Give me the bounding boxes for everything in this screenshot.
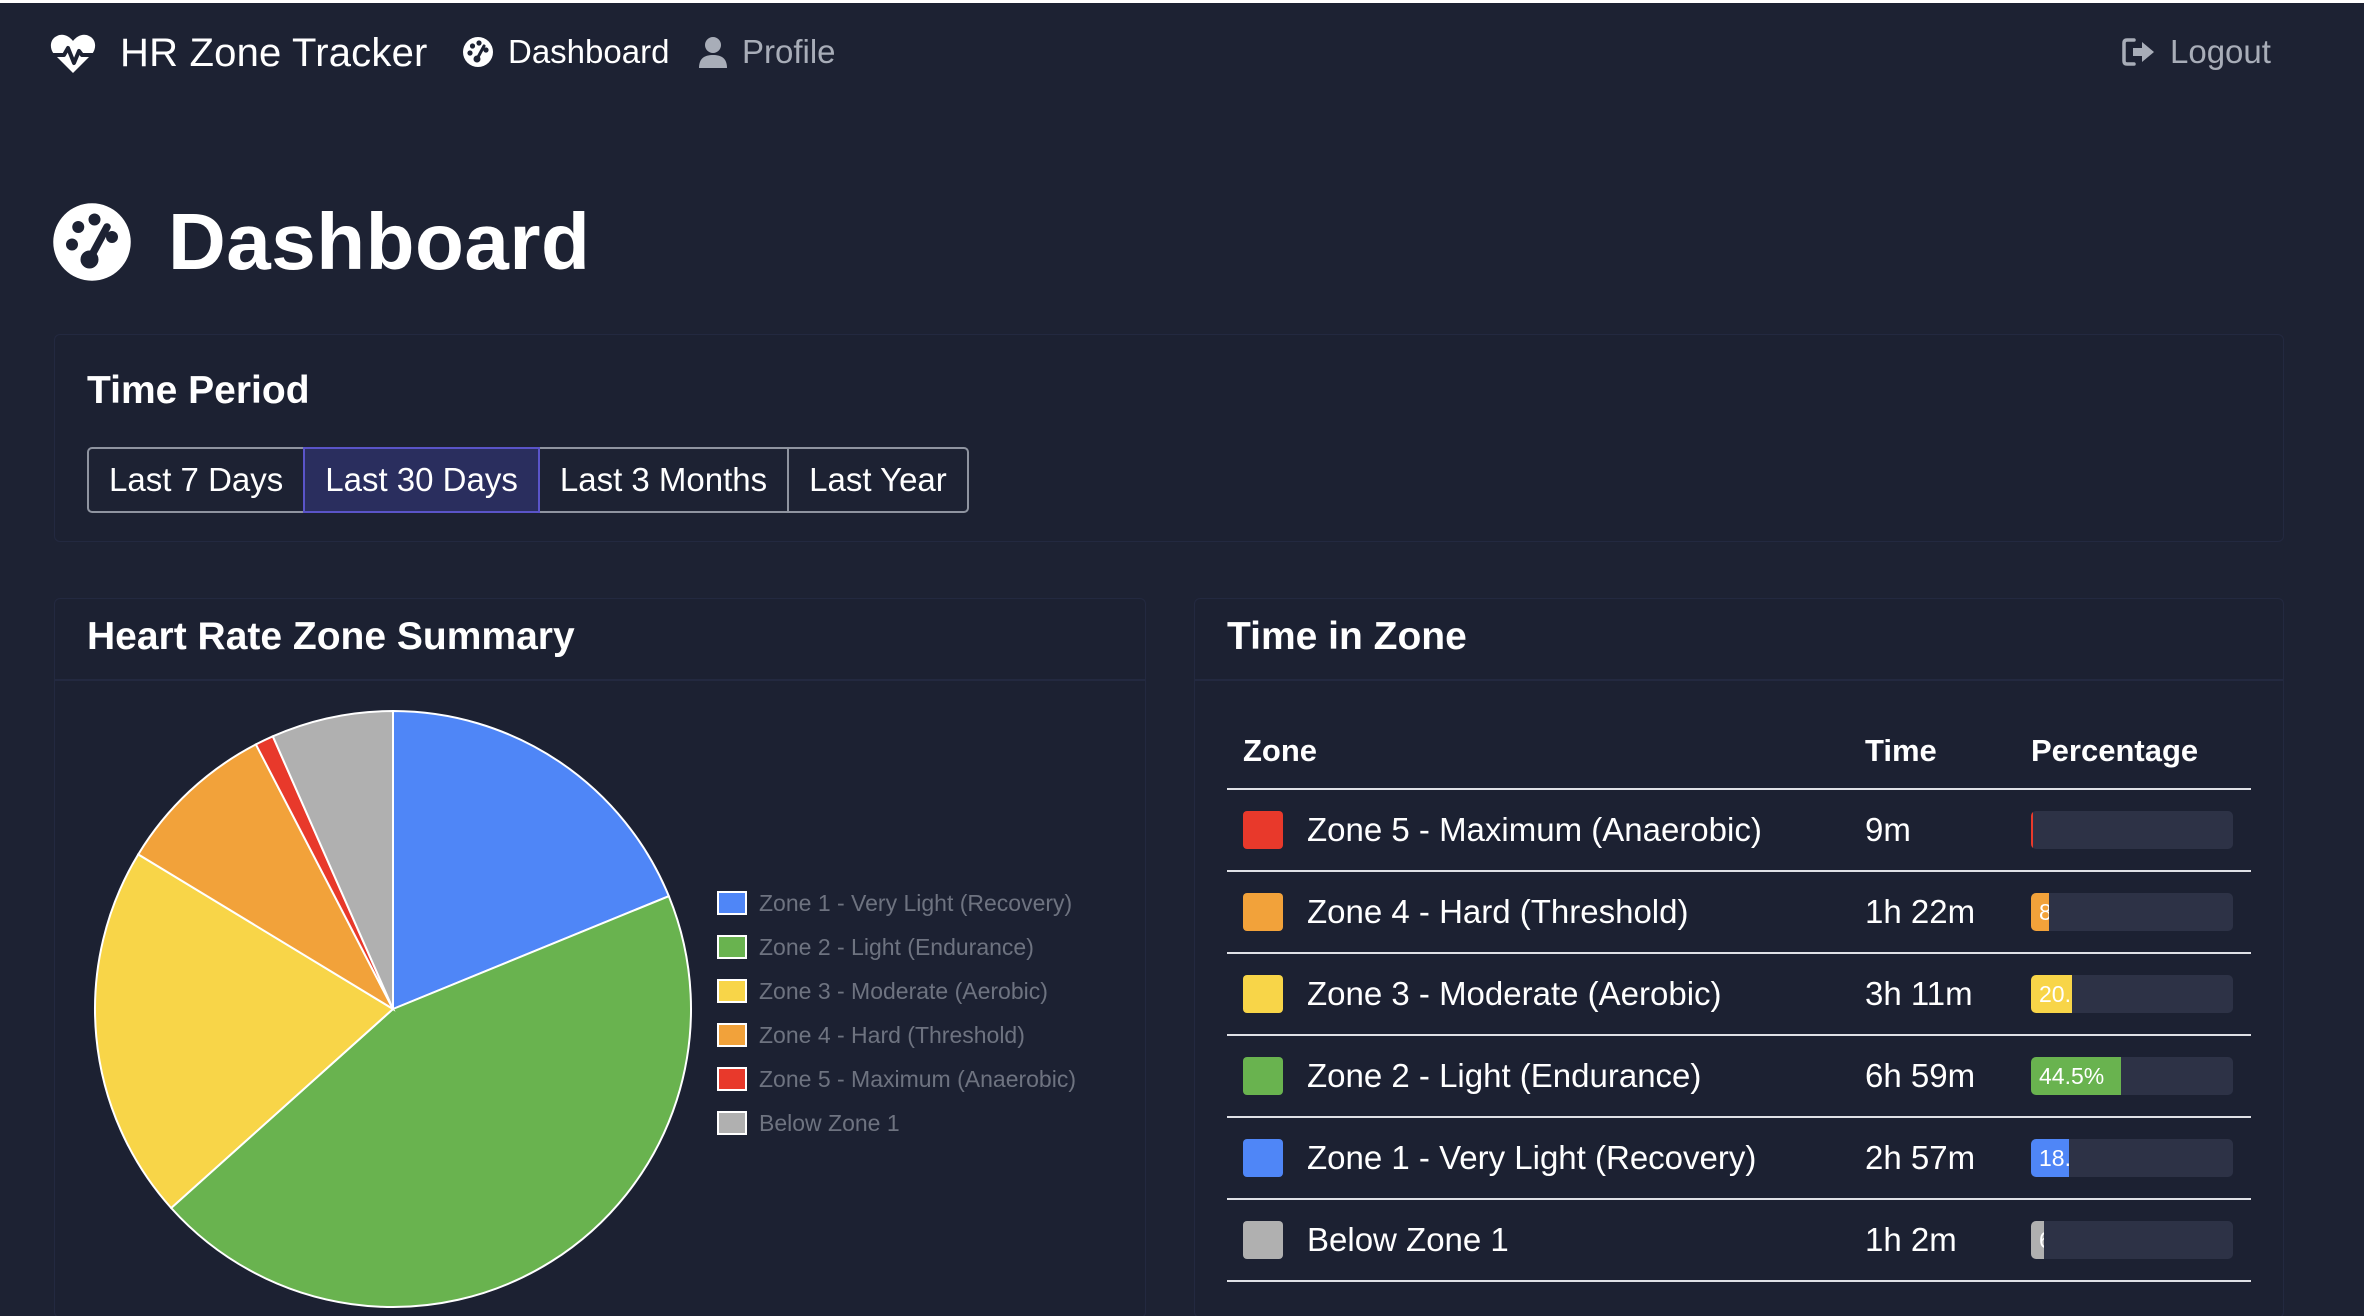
pie-legend: Zone 1 - Very Light (Recovery) Zone 2 - L… — [717, 881, 1076, 1145]
legend-swatch — [717, 1067, 747, 1091]
zone-percentage-cell: 6 — [2015, 1199, 2251, 1282]
zone-percentage-cell — [2015, 789, 2251, 872]
zone-color-swatch — [1243, 893, 1283, 931]
legend-label: Zone 3 - Moderate (Aerobic) — [759, 977, 1048, 1004]
legend-swatch — [717, 979, 747, 1003]
table-row: Zone 2 - Light (Endurance) 6h 59m 44.5% — [1227, 1035, 2251, 1118]
nav-profile[interactable]: Profile — [698, 33, 836, 71]
legend-label: Below Zone 1 — [759, 1109, 900, 1136]
percentage-progress-bar: 8. — [2031, 893, 2049, 931]
percentage-progress: 44.5% — [2031, 1057, 2233, 1095]
zone-percentage-cell: 20.: — [2015, 953, 2251, 1036]
zone-name: Below Zone 1 — [1307, 1221, 1509, 1258]
zone-percentage-cell: 44.5% — [2015, 1035, 2251, 1118]
zone-name: Zone 3 - Moderate (Aerobic) — [1307, 975, 1722, 1012]
percentage-progress-bar: 44.5% — [2031, 1057, 2121, 1095]
zone-column-header: Zone — [1227, 713, 1849, 790]
time-period-title: Time Period — [87, 369, 310, 412]
legend-label: Zone 2 - Light (Endurance) — [759, 933, 1034, 960]
nav-logout-label: Logout — [2170, 33, 2271, 70]
table-row: Zone 1 - Very Light (Recovery) 2h 57m 18. — [1227, 1117, 2251, 1200]
percentage-progress-bar — [2031, 811, 2034, 849]
zone-percentage-cell: 18. — [2015, 1117, 2251, 1200]
zone-table: Zone Time Percentage Zone 5 - Maximum (A… — [1227, 713, 2251, 1282]
brand-link[interactable]: HR Zone Tracker — [50, 31, 428, 76]
percentage-progress: 20.: — [2031, 975, 2233, 1013]
nav-logout[interactable]: Logout — [2122, 33, 2271, 71]
period-7-days-button[interactable]: Last 7 Days — [87, 447, 306, 513]
table-row: Zone 3 - Moderate (Aerobic) 3h 11m 20.: — [1227, 953, 2251, 1036]
nav-dashboard-label: Dashboard — [508, 33, 670, 70]
zone-time: 2h 57m — [1849, 1117, 2015, 1200]
percentage-progress: 18. — [2031, 1139, 2233, 1177]
zone-name: Zone 1 - Very Light (Recovery) — [1307, 1139, 1757, 1176]
nav-profile-label: Profile — [742, 33, 836, 70]
legend-label: Zone 5 - Maximum (Anaerobic) — [759, 1065, 1076, 1092]
legend-item[interactable]: Below Zone 1 — [717, 1101, 1076, 1145]
table-row: Zone 5 - Maximum (Anaerobic) 9m — [1227, 789, 2251, 872]
zone-cell: Zone 4 - Hard (Threshold) — [1227, 871, 1849, 954]
time-in-zone-title: Time in Zone — [1227, 615, 1467, 658]
table-row: Below Zone 1 1h 2m 6 — [1227, 1199, 2251, 1282]
legend-swatch — [717, 935, 747, 959]
legend-item[interactable]: Zone 4 - Hard (Threshold) — [717, 1013, 1076, 1057]
zone-color-swatch — [1243, 975, 1283, 1013]
percentage-progress-bar: 18. — [2031, 1139, 2069, 1177]
time-in-zone-card: Time in Zone Zone Time Percentage Zone 5… — [1194, 598, 2284, 1316]
user-icon — [699, 37, 727, 68]
table-row: Zone 4 - Hard (Threshold) 1h 22m 8. — [1227, 871, 2251, 954]
zone-time: 3h 11m — [1849, 953, 2015, 1036]
zone-cell: Zone 3 - Moderate (Aerobic) — [1227, 953, 1849, 1036]
zone-time: 1h 2m — [1849, 1199, 2015, 1282]
nav-dashboard[interactable]: Dashboard — [462, 33, 669, 71]
zone-cell: Zone 2 - Light (Endurance) — [1227, 1035, 1849, 1118]
card-divider — [1195, 679, 2283, 681]
zone-name: Zone 2 - Light (Endurance) — [1307, 1057, 1702, 1094]
zone-time: 1h 22m — [1849, 871, 2015, 954]
zone-name: Zone 4 - Hard (Threshold) — [1307, 893, 1689, 930]
zone-cell: Zone 5 - Maximum (Anaerobic) — [1227, 789, 1849, 872]
zone-cell: Below Zone 1 — [1227, 1199, 1849, 1282]
tachometer-icon — [463, 37, 493, 67]
navbar: HR Zone Tracker Dashboard Profile Logout — [0, 3, 2364, 105]
zone-color-swatch — [1243, 811, 1283, 849]
zone-name: Zone 5 - Maximum (Anaerobic) — [1307, 811, 1762, 848]
percentage-progress-bar: 6 — [2031, 1221, 2045, 1259]
percentage-progress: 8. — [2031, 893, 2233, 931]
table-header-row: Zone Time Percentage — [1227, 713, 2251, 790]
time-column-header: Time — [1849, 713, 2015, 790]
zone-color-swatch — [1243, 1221, 1283, 1259]
zone-summary-card: Heart Rate Zone Summary Zone 1 - Very Li… — [54, 598, 1146, 1316]
legend-swatch — [717, 1111, 747, 1135]
page-title: Dashboard — [168, 197, 591, 286]
legend-item[interactable]: Zone 5 - Maximum (Anaerobic) — [717, 1057, 1076, 1101]
period-30-days-button[interactable]: Last 30 Days — [303, 447, 540, 513]
zone-color-swatch — [1243, 1057, 1283, 1095]
percentage-progress-bar: 20.: — [2031, 975, 2072, 1013]
period-button-group: Last 7 Days Last 30 Days Last 3 Months L… — [87, 447, 969, 513]
legend-swatch — [717, 1023, 747, 1047]
heartbeat-icon — [50, 34, 96, 73]
legend-swatch — [717, 891, 747, 915]
legend-item[interactable]: Zone 1 - Very Light (Recovery) — [717, 881, 1076, 925]
sign-out-icon — [2122, 38, 2154, 66]
tachometer-icon — [53, 203, 131, 281]
legend-label: Zone 4 - Hard (Threshold) — [759, 1021, 1025, 1048]
zone-color-swatch — [1243, 1139, 1283, 1177]
legend-item[interactable]: Zone 3 - Moderate (Aerobic) — [717, 969, 1076, 1013]
zone-time: 6h 59m — [1849, 1035, 2015, 1118]
zone-time: 9m — [1849, 789, 2015, 872]
legend-item[interactable]: Zone 2 - Light (Endurance) — [717, 925, 1076, 969]
time-period-card: Time Period Last 7 Days Last 30 Days Las… — [54, 334, 2284, 542]
brand-name: HR Zone Tracker — [120, 31, 428, 75]
percentage-progress — [2031, 811, 2233, 849]
percentage-column-header: Percentage — [2015, 713, 2251, 790]
legend-label: Zone 1 - Very Light (Recovery) — [759, 889, 1073, 916]
zone-cell: Zone 1 - Very Light (Recovery) — [1227, 1117, 1849, 1200]
page-header: Dashboard — [52, 196, 590, 288]
period-last-year-button[interactable]: Last Year — [787, 447, 969, 513]
period-3-months-button[interactable]: Last 3 Months — [537, 447, 790, 513]
zone-percentage-cell: 8. — [2015, 871, 2251, 954]
percentage-progress: 6 — [2031, 1221, 2233, 1259]
